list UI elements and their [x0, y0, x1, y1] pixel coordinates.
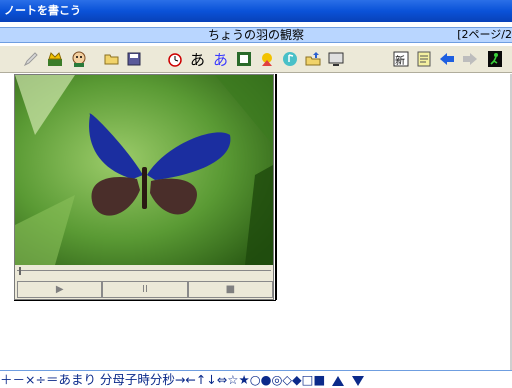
- window-title: ノートを書こう: [4, 4, 81, 17]
- triangle-up-icon[interactable]: [331, 375, 345, 387]
- new-page-icon[interactable]: 新: [390, 49, 411, 69]
- cell-divider-vertical: [275, 74, 277, 300]
- folder-upload-icon[interactable]: [302, 49, 323, 69]
- music-icon[interactable]: [279, 49, 300, 69]
- exit-icon[interactable]: [484, 49, 505, 69]
- save-disk-icon[interactable]: [123, 49, 144, 69]
- clipart-icon[interactable]: [256, 49, 277, 69]
- symbol-palette[interactable]: ＋－×÷＝あまり 分母子時分秒→←↑↓⇔☆★○●◎◇◆□■: [0, 370, 512, 388]
- frame-icon[interactable]: [233, 49, 254, 69]
- hiragana-a-black-icon[interactable]: あ: [187, 49, 208, 69]
- hiragana-a-color-icon[interactable]: あ: [210, 49, 231, 69]
- seek-bar[interactable]: [17, 267, 271, 277]
- play-button[interactable]: ▶: [17, 281, 103, 298]
- toolbar: あ あ 新: [0, 46, 512, 73]
- open-folder-icon[interactable]: [101, 49, 122, 69]
- crown-face-icon[interactable]: [44, 49, 65, 69]
- media-controls: ▶ II ■: [17, 281, 273, 298]
- window-titlebar: ノートを書こう: [0, 0, 512, 22]
- character-face-icon[interactable]: [68, 49, 89, 69]
- pause-button[interactable]: II: [102, 281, 188, 298]
- triangle-down-icon[interactable]: [351, 375, 365, 387]
- video-player: ▶ II ■: [14, 74, 274, 300]
- seek-handle[interactable]: [19, 267, 21, 275]
- note-title: ちょうの羽の観察: [207, 28, 304, 42]
- butterfly-photo: [15, 75, 273, 265]
- note-title-bar: ちょうの羽の観察 [2ページ/2: [0, 27, 512, 43]
- forward-arrow-icon[interactable]: [459, 49, 480, 69]
- svg-text:あ: あ: [190, 51, 205, 68]
- svg-text:あ: あ: [213, 51, 228, 68]
- stop-button[interactable]: ■: [187, 281, 273, 298]
- new-page-label: 新: [395, 54, 405, 67]
- page-indicator: [2ページ/2: [457, 28, 512, 41]
- cell-divider-horizontal: [14, 300, 276, 301]
- timer-icon[interactable]: [164, 49, 185, 69]
- close-button[interactable]: [492, 4, 506, 18]
- symbol-list[interactable]: ＋－×÷＝あまり 分母子時分秒→←↑↓⇔☆★○●◎◇◆□■: [0, 372, 325, 387]
- back-arrow-icon[interactable]: [436, 49, 457, 69]
- screen-icon[interactable]: [325, 49, 346, 69]
- pencil-icon[interactable]: [20, 49, 41, 69]
- notepad-icon[interactable]: [413, 49, 434, 69]
